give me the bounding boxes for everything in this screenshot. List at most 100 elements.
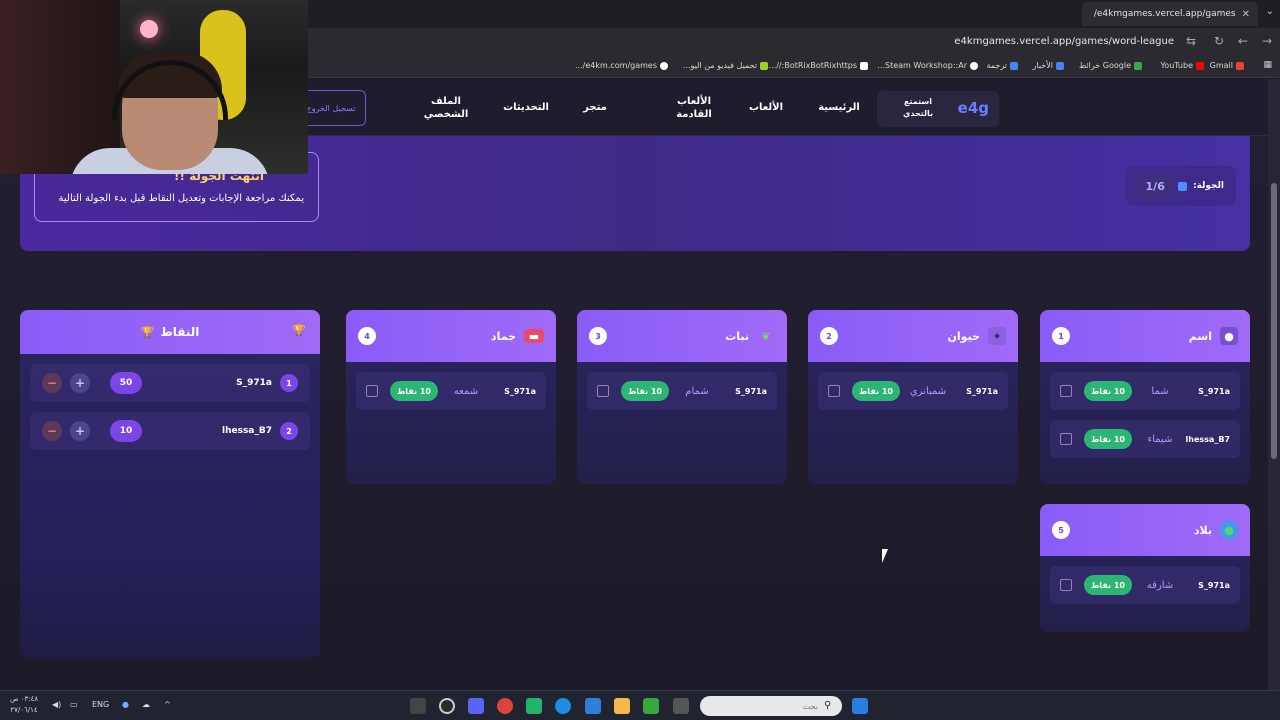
answer-word: شارقه — [1146, 579, 1174, 591]
answer-word: شمبانزي — [909, 385, 947, 397]
bookmark-steam[interactable]: Steam Workshop::Ar... — [877, 61, 978, 70]
answer-row: S_971a شمام 10 نقاط — [587, 372, 777, 410]
points-toggle[interactable]: 10 نقاط — [852, 381, 900, 401]
network-icon[interactable]: ▭ — [70, 700, 78, 709]
logo-text: e4g — [957, 99, 989, 117]
points-toggle[interactable]: 10 نقاط — [390, 381, 438, 401]
answer-row: S_971a شما 10 نقاط — [1050, 372, 1240, 410]
points-toggle[interactable]: 10 نقاط — [1084, 381, 1132, 401]
bookmark-youtube[interactable]: YouTube — [1160, 61, 1204, 70]
delete-icon[interactable] — [1060, 433, 1072, 445]
delete-icon[interactable] — [597, 385, 609, 397]
steam-icon[interactable] — [439, 698, 455, 714]
bookmark-translate[interactable]: ترجمة — [987, 61, 1018, 70]
increase-score-button[interactable]: + — [70, 421, 90, 441]
player-score-row: 1 S_971a 50 + − — [30, 364, 310, 402]
points-toggle[interactable]: 10 نقاط — [621, 381, 669, 401]
close-tab-icon[interactable]: ✕ — [1242, 9, 1250, 20]
browser-tab[interactable]: ✕ e4kmgames.vercel.app/games/ — [1082, 2, 1258, 26]
category-card-plant: ❦ نبات 3 S_971a شمام 10 نقاط — [577, 310, 787, 484]
system-clock[interactable]: ٠٣:٤٨ ص ٢٧/٠٦/١٤ — [10, 694, 38, 716]
bookmark-e4km[interactable]: e4km.com/games/... — [575, 61, 668, 70]
decrease-score-button[interactable]: − — [42, 421, 62, 441]
volume-icon[interactable]: ◀) — [52, 700, 61, 709]
answer-user: S_971a — [1198, 580, 1230, 590]
notice-text: يمكنك مراجعة الإجابات وتعديل النقاط قبل … — [58, 193, 304, 204]
reload-icon[interactable]: ↻ — [1214, 34, 1224, 48]
bookmark-maps[interactable]: Google خرائط — [1079, 61, 1142, 70]
app-icon-green[interactable] — [526, 698, 542, 714]
app-icon-grid[interactable] — [643, 698, 659, 714]
answer-word: شما — [1151, 385, 1169, 397]
points-title: النقاط — [160, 325, 200, 339]
nav-store[interactable]: متجر — [572, 79, 618, 136]
player-name: lhessa_B7 — [221, 426, 272, 436]
webcam-overlay — [0, 0, 308, 174]
microphone-icon[interactable]: ● — [122, 700, 129, 709]
category-title: اسم — [1188, 329, 1212, 343]
delete-icon[interactable] — [828, 385, 840, 397]
answer-row: lhessa_B7 شيماء 10 نقاط — [1050, 420, 1240, 458]
chrome-icon[interactable] — [497, 698, 513, 714]
delete-icon[interactable] — [366, 385, 378, 397]
scrollbar-thumb[interactable] — [1271, 183, 1277, 459]
back-icon[interactable]: → — [1262, 34, 1272, 48]
start-menu-icon[interactable] — [852, 698, 868, 714]
tray-chevron-icon[interactable]: ^ — [164, 700, 171, 709]
person-icon: ● — [1220, 327, 1238, 345]
answer-row: S_971a شارقه 10 نقاط — [1050, 566, 1240, 604]
delete-icon[interactable] — [1060, 385, 1072, 397]
tab-menu-icon[interactable]: ⌄ — [1266, 6, 1274, 17]
nav-home[interactable]: الرئيسية — [806, 79, 872, 136]
file-explorer-icon[interactable] — [614, 698, 630, 714]
category-number: 1 — [1052, 327, 1070, 345]
app-icon-window[interactable] — [673, 698, 689, 714]
nav-profile[interactable]: الملف الشخصي — [418, 79, 474, 136]
bookmark-news[interactable]: الأخبار — [1033, 61, 1064, 70]
answer-word: شمعه — [453, 385, 479, 397]
points-panel: النقاط 🏆 🏆 1 S_971a 50 + − 2 lhessa_B7 1… — [20, 310, 320, 658]
trophy-corner-icon: 🏆 — [292, 324, 306, 337]
tab-title: e4kmgames.vercel.app/games/ — [1093, 9, 1236, 19]
increase-score-button[interactable]: + — [70, 373, 90, 393]
edge-icon[interactable] — [555, 698, 571, 714]
nav-games[interactable]: الألعاب — [740, 79, 792, 136]
category-title: بلاد — [1193, 523, 1212, 537]
app-icon-blue[interactable] — [585, 698, 601, 714]
bookmark-video-download[interactable]: تحميل فيديو من اليو... — [683, 61, 768, 70]
nav-upcoming-games[interactable]: الألعاب القادمة — [664, 79, 724, 136]
category-title: حيوان — [947, 329, 980, 343]
globe-icon: ● — [1220, 521, 1238, 539]
points-toggle[interactable]: 10 نقاط — [1084, 575, 1132, 595]
player-score-row: 2 lhessa_B7 10 + − — [30, 412, 310, 450]
bookmark-gmail[interactable]: Gmail — [1210, 61, 1244, 70]
bookmark-botrix[interactable]: BotRixBotRixhttps://... — [769, 61, 868, 70]
language-indicator[interactable]: ENG — [92, 700, 109, 709]
player-rank: 2 — [280, 422, 298, 440]
category-card-animal: ✦ حيوان 2 S_971a شمبانزي 10 نقاط — [808, 310, 1018, 484]
answer-word: شمام — [685, 385, 709, 397]
url-field[interactable]: e4kmgames.vercel.app/games/word-league — [954, 36, 1174, 47]
brand-logo[interactable]: e4g استمتع بالتحدي — [877, 91, 999, 127]
points-toggle[interactable]: 10 نقاط — [1084, 429, 1132, 449]
player-rank: 1 — [280, 374, 298, 392]
search-placeholder: بحث — [802, 701, 818, 711]
clock-time: ٠٣:٤٨ ص — [10, 695, 39, 703]
taskbar-search[interactable]: بحث ⚲ — [700, 696, 842, 716]
category-card-name: ● اسم 1 S_971a شما 10 نقاط lhessa_B7 شيم… — [1040, 310, 1250, 484]
round-icon — [1178, 181, 1187, 191]
answer-row: S_971a شمبانزي 10 نقاط — [818, 372, 1008, 410]
apps-grid-icon[interactable]: ▦ — [1263, 60, 1272, 70]
discord-icon[interactable] — [468, 698, 484, 714]
forward-icon[interactable]: ← — [1238, 34, 1248, 48]
decrease-score-button[interactable]: − — [42, 373, 62, 393]
delete-icon[interactable] — [1060, 579, 1072, 591]
answer-user: S_971a — [504, 386, 536, 396]
page-scrollbar[interactable] — [1268, 79, 1280, 690]
nav-updates[interactable]: التحديثات — [496, 79, 556, 136]
player-name: S_971a — [236, 378, 272, 388]
round-label: الجولة: — [1192, 181, 1224, 191]
translate-icon[interactable]: ⇆ — [1186, 34, 1196, 48]
cloud-icon[interactable]: ☁ — [142, 700, 150, 709]
app-icon-1[interactable] — [410, 698, 426, 714]
